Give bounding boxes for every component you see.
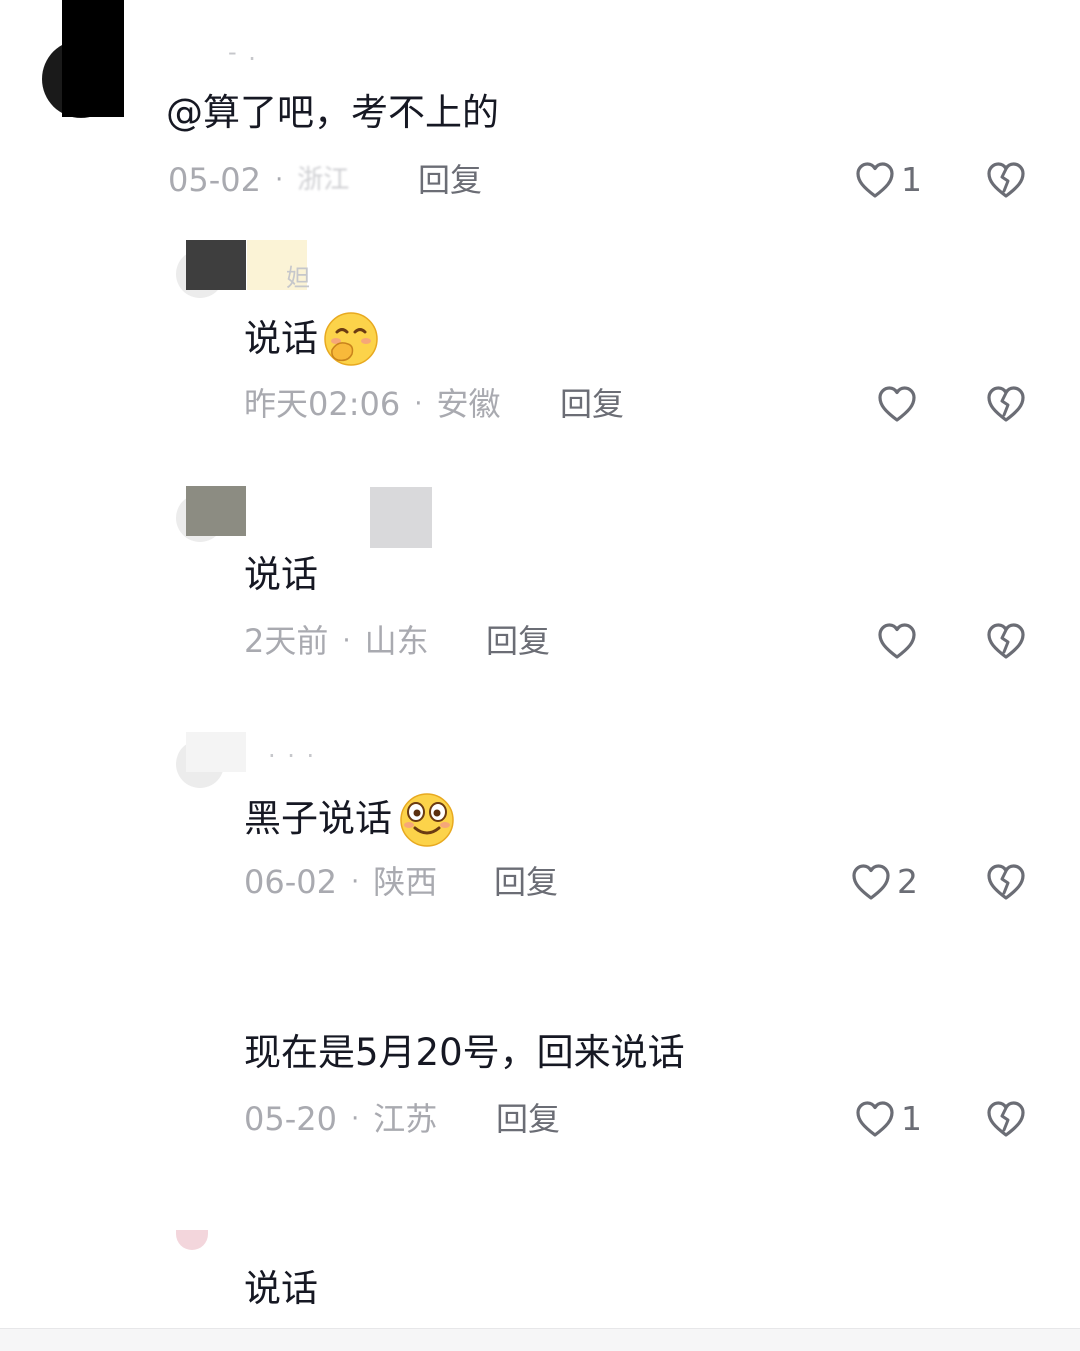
like-button[interactable]: 2 — [851, 860, 918, 904]
censor-block — [186, 486, 246, 536]
broken-heart-icon — [986, 161, 1026, 199]
comment-location: 山东 — [364, 622, 429, 660]
like-count: 1 — [901, 160, 922, 199]
reply-button[interactable]: 回复 — [486, 621, 550, 661]
meta-dot: · — [274, 165, 284, 195]
comment-text: 说话 — [244, 310, 380, 368]
heart-outline-icon — [855, 1100, 895, 1138]
comment-text: 说话 — [244, 552, 318, 598]
comment-meta: 06-02 · 陕西 — [244, 862, 437, 902]
dislike-button[interactable] — [986, 158, 1026, 202]
dislike-button[interactable] — [986, 860, 1026, 904]
comment-location: 陕西 — [373, 863, 438, 901]
heart-outline-icon — [877, 385, 917, 423]
dislike-button[interactable] — [986, 1097, 1026, 1141]
avatar[interactable] — [176, 1230, 208, 1250]
like-button[interactable] — [877, 382, 917, 426]
comment-date: 06-02 — [244, 863, 337, 901]
comment-date: 昨天02:06 — [244, 385, 401, 423]
reply-button[interactable]: 回复 — [496, 1099, 560, 1139]
broken-heart-icon — [986, 385, 1026, 423]
censor-block — [186, 732, 246, 772]
comment-text: 现在是5月20号，回来说话 — [244, 1030, 685, 1076]
comment-text-content: 说话 — [244, 553, 318, 596]
smile-cover-mouth-emoji — [322, 310, 380, 368]
heart-outline-icon — [877, 622, 917, 660]
dislike-button[interactable] — [986, 619, 1026, 663]
comment-text: 黑子说话 — [244, 790, 454, 848]
comment-location: 浙江 — [297, 165, 350, 195]
like-button[interactable]: 1 — [855, 1097, 922, 1141]
broken-heart-icon — [986, 863, 1026, 901]
comment-meta: 05-02 · 浙江 — [168, 160, 349, 200]
heart-outline-icon — [851, 863, 891, 901]
dislike-button[interactable] — [986, 382, 1026, 426]
username-blurred: - . — [228, 38, 258, 66]
broken-heart-icon — [986, 1100, 1026, 1138]
reply-button[interactable]: 回复 — [494, 862, 558, 902]
username-blurred: 妲 — [286, 264, 312, 292]
comment-text-content: 说话 — [244, 1267, 318, 1310]
comment-date: 2天前 — [244, 622, 329, 660]
goofy-grin-emoji — [396, 790, 454, 848]
like-count: 2 — [897, 862, 918, 901]
censor-block — [62, 0, 124, 117]
comment-text: @算了吧，考不上的 — [166, 90, 499, 136]
comment-date: 05-20 — [244, 1100, 337, 1138]
censor-block — [186, 240, 246, 290]
comment-text: 说话 — [244, 1266, 318, 1312]
comment-meta: 2天前 · 山东 — [244, 621, 429, 661]
comment-meta: 昨天02:06 · 安徽 — [244, 384, 501, 424]
comment-text-content: 黑子说话 — [244, 797, 392, 840]
comment-date: 05-02 — [168, 161, 261, 199]
like-button[interactable] — [877, 619, 917, 663]
like-button[interactable]: 1 — [855, 158, 922, 202]
broken-heart-icon — [986, 622, 1026, 660]
heart-outline-icon — [855, 161, 895, 199]
bottom-edge — [0, 1328, 1080, 1351]
meta-dot: · — [342, 626, 351, 656]
comment-location: 江苏 — [373, 1100, 438, 1138]
reply-button[interactable]: 回复 — [560, 384, 624, 424]
meta-dot: · — [350, 1104, 360, 1134]
like-count: 1 — [901, 1099, 922, 1138]
meta-dot: · — [414, 389, 423, 419]
comment-meta: 05-20 · 江苏 — [244, 1099, 437, 1139]
reply-button[interactable]: 回复 — [418, 160, 482, 200]
username-blurred: · · · — [268, 742, 317, 770]
comment-text-content: 说话 — [244, 317, 318, 360]
censor-block — [370, 487, 432, 548]
comment-location: 安徽 — [436, 385, 501, 423]
comment-text-content: @算了吧，考不上的 — [166, 91, 499, 134]
comment-text-content: 现在是5月20号，回来说话 — [244, 1031, 685, 1074]
meta-dot: · — [350, 867, 360, 897]
